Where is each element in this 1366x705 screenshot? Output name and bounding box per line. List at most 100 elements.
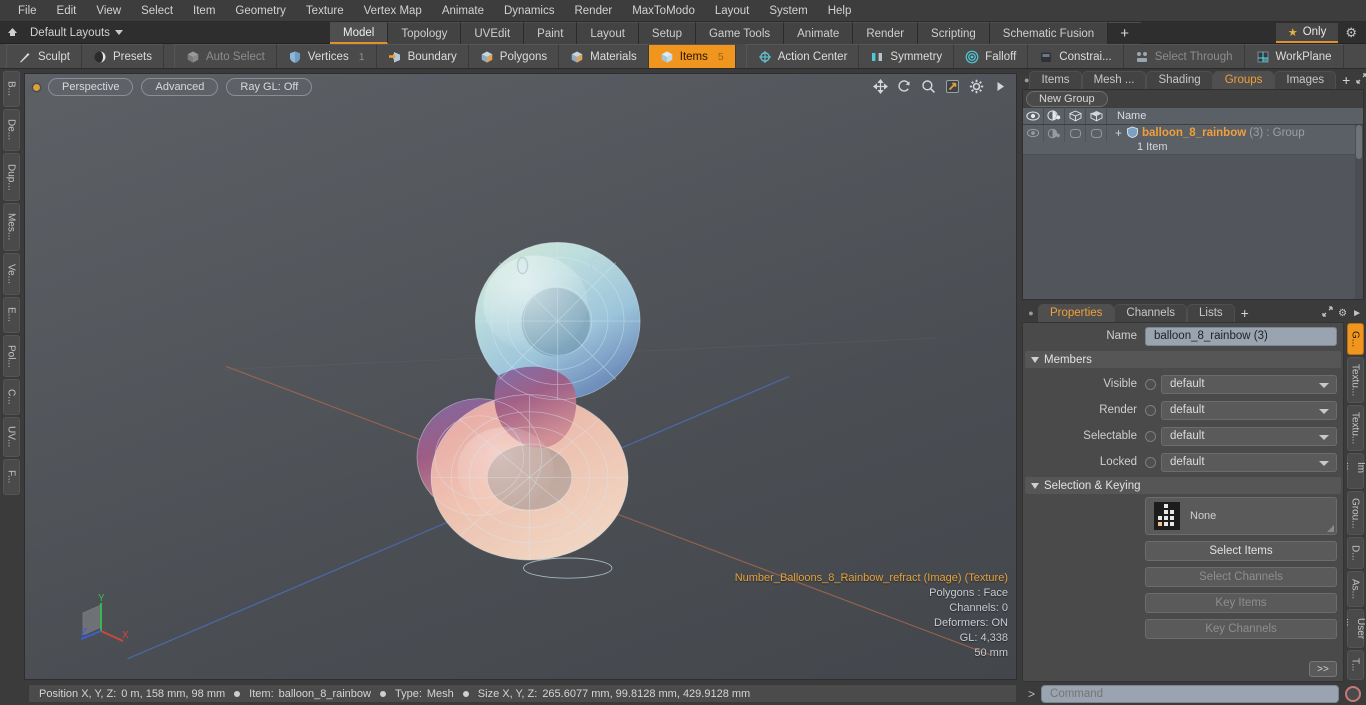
menu-item-animate[interactable]: Animate: [432, 2, 494, 20]
menu-item-select[interactable]: Select: [131, 2, 183, 20]
expand-plus-icon[interactable]: +: [1115, 126, 1122, 140]
left-vtab-duplicate[interactable]: Dup...: [2, 153, 20, 201]
zoom-icon[interactable]: [921, 79, 936, 94]
locked-dropdown[interactable]: default: [1161, 452, 1337, 472]
menu-item-edit[interactable]: Edit: [47, 2, 87, 20]
panel-tab-items[interactable]: Items: [1029, 70, 1082, 89]
toolbar-button-presets[interactable]: Presets: [81, 44, 164, 68]
layout-tab-render[interactable]: Render: [853, 22, 919, 44]
layout-tab-uvedit[interactable]: UVEdit: [461, 22, 525, 44]
gear-icon[interactable]: [969, 79, 984, 94]
key-channels-button[interactable]: Key Channels: [1145, 619, 1337, 640]
right-vtab-texture-2[interactable]: Textu...: [1346, 405, 1364, 452]
right-vtab-groups[interactable]: G...: [1346, 323, 1364, 356]
menu-item-geometry[interactable]: Geometry: [225, 2, 296, 20]
row-render-icon[interactable]: [1044, 124, 1065, 142]
left-vtab-deform[interactable]: De...: [2, 109, 20, 151]
toolbar-button-action-center[interactable]: Action Center: [746, 44, 860, 68]
gear-icon[interactable]: ⚙: [1338, 308, 1347, 319]
selectable-toggle-icon[interactable]: [1145, 430, 1156, 442]
left-vtab-polygon[interactable]: Pol...: [2, 335, 20, 377]
shaded-icon[interactable]: [1086, 107, 1107, 125]
gear-icon[interactable]: ⚙: [1340, 25, 1362, 41]
add-layout-tab-button[interactable]: +: [1108, 22, 1141, 44]
right-vtab-groups-2[interactable]: Grou...: [1346, 490, 1364, 535]
toolbar-button-materials[interactable]: Materials: [559, 44, 649, 68]
row-wireframe-toggle[interactable]: [1065, 124, 1086, 142]
panel-tab-properties[interactable]: Properties: [1038, 304, 1115, 323]
section-members[interactable]: Members: [1025, 351, 1341, 369]
add-properties-tab-button[interactable]: +: [1235, 304, 1255, 322]
maximize-icon[interactable]: [1356, 73, 1366, 87]
left-vtab-mesh[interactable]: Mes...: [2, 203, 20, 251]
toolbar-button-polygons[interactable]: Polygons: [468, 44, 560, 68]
toolbar-button-workplane[interactable]: WorkPlane: [1244, 44, 1344, 68]
left-vtab-uv[interactable]: UV...: [2, 417, 20, 457]
left-vtab-basic[interactable]: B...: [2, 71, 20, 107]
visible-toggle-icon[interactable]: [1145, 378, 1156, 390]
default-layouts-dropdown[interactable]: Default Layouts: [24, 25, 131, 41]
left-vtab-edge[interactable]: E...: [2, 297, 20, 333]
right-vtab-texture-1[interactable]: Textu...: [1346, 357, 1364, 404]
left-vtab-vertex[interactable]: Ve...: [2, 253, 20, 295]
menu-item-dynamics[interactable]: Dynamics: [494, 2, 564, 20]
viewport-raygl-dropdown[interactable]: Ray GL: Off: [226, 78, 313, 96]
right-vtab-user[interactable]: User ...: [1344, 608, 1366, 648]
move-icon[interactable]: [873, 79, 888, 94]
3d-viewport[interactable]: Perspective Advanced Ray GL: Off Y X Z N…: [24, 73, 1017, 680]
right-vtab-assembly[interactable]: As...: [1346, 570, 1364, 607]
toolbar-button-vertices[interactable]: Vertices 1: [276, 44, 377, 68]
selection-preview-box[interactable]: None: [1145, 497, 1337, 536]
layout-tab-layout[interactable]: Layout: [577, 22, 639, 44]
layout-tab-setup[interactable]: Setup: [638, 22, 696, 44]
section-selection-keying[interactable]: Selection & Keying: [1025, 477, 1341, 495]
layout-tab-animate[interactable]: Animate: [784, 22, 854, 44]
menu-item-help[interactable]: Help: [818, 2, 862, 20]
select-items-button[interactable]: Select Items: [1145, 541, 1337, 562]
maximize-icon[interactable]: [1322, 306, 1333, 320]
visible-dropdown[interactable]: default: [1161, 374, 1337, 394]
layout-tab-scripting[interactable]: Scripting: [918, 22, 990, 44]
wireframe-icon[interactable]: [1065, 107, 1086, 125]
command-input[interactable]: [1041, 684, 1339, 703]
menu-item-file[interactable]: File: [8, 2, 47, 20]
viewport-perspective-dropdown[interactable]: Perspective: [48, 78, 134, 96]
groups-list-scrollbar[interactable]: [1355, 124, 1363, 299]
name-field[interactable]: balloon_8_rainbow (3): [1145, 326, 1337, 346]
toolbar-button-falloff[interactable]: Falloff: [954, 44, 1029, 68]
row-eye-icon[interactable]: [1023, 124, 1044, 142]
menu-item-render[interactable]: Render: [564, 2, 622, 20]
view-dot-icon[interactable]: [33, 83, 40, 91]
eye-icon[interactable]: [1023, 107, 1044, 125]
expand-properties-button[interactable]: >>: [1309, 661, 1337, 677]
layout-tab-schematic-fusion[interactable]: Schematic Fusion: [989, 22, 1109, 44]
toolbar-button-items[interactable]: Items 5: [648, 44, 736, 68]
right-vtab-tags[interactable]: T...: [1346, 650, 1364, 680]
panel-tab-shading[interactable]: Shading: [1146, 70, 1213, 89]
right-vtab-deform[interactable]: D...: [1346, 536, 1364, 569]
select-channels-button[interactable]: Select Channels: [1145, 567, 1337, 588]
toolbar-button-sculpt[interactable]: Sculpt: [7, 44, 82, 68]
record-icon[interactable]: [1345, 685, 1361, 702]
row-shaded-toggle[interactable]: [1086, 124, 1107, 142]
selectable-dropdown[interactable]: default: [1161, 426, 1337, 446]
menu-item-layout[interactable]: Layout: [705, 2, 760, 20]
layout-tab-paint[interactable]: Paint: [524, 22, 578, 44]
toolbar-button-constraint[interactable]: Constrai...: [1028, 44, 1124, 68]
menu-item-maxtomodo[interactable]: MaxToModo: [622, 2, 705, 20]
layout-tab-game-tools[interactable]: Game Tools: [695, 22, 785, 44]
add-panel-tab-button[interactable]: +: [1336, 71, 1356, 89]
panel-tab-images[interactable]: Images: [1274, 70, 1337, 89]
rotate-icon[interactable]: [897, 79, 912, 94]
left-vtab-curve[interactable]: C...: [2, 379, 20, 415]
fit-icon[interactable]: [945, 79, 960, 94]
menu-item-item[interactable]: Item: [183, 2, 225, 20]
table-row[interactable]: + balloon_8_rainbow (3) : Group 1 Item: [1023, 124, 1363, 155]
toolbar-button-boundary[interactable]: Boundary: [376, 44, 469, 68]
menu-item-view[interactable]: View: [86, 2, 131, 20]
render-icon[interactable]: [1044, 107, 1065, 125]
panel-tab-lists[interactable]: Lists: [1187, 304, 1235, 323]
resize-corner-icon[interactable]: [1327, 525, 1334, 533]
home-icon[interactable]: [0, 23, 24, 43]
viewport-shading-dropdown[interactable]: Advanced: [141, 78, 219, 96]
